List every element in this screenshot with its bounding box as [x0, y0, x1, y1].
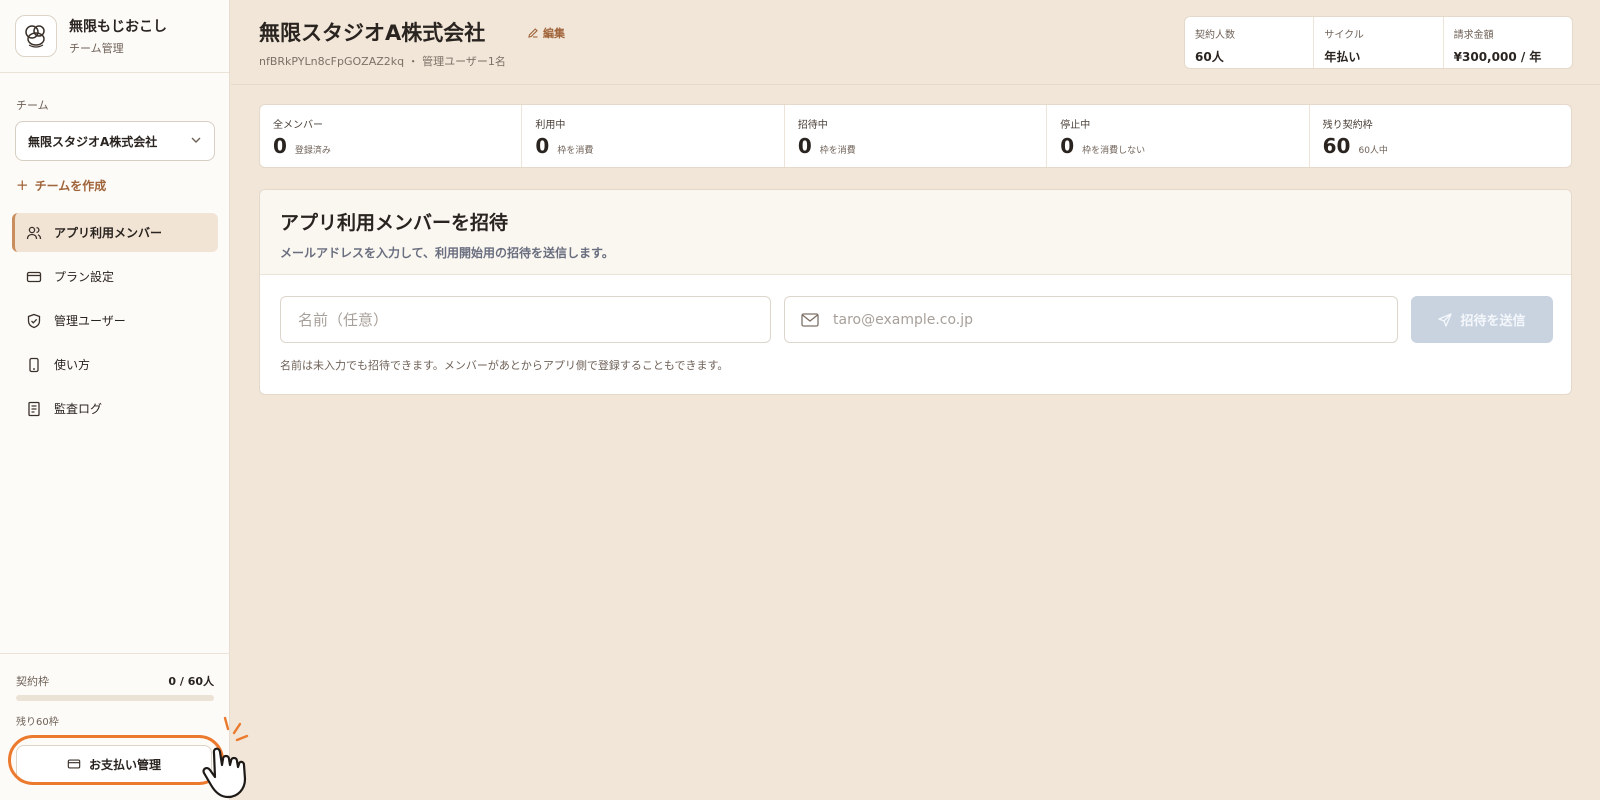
contract-cycle: サイクル 年払い [1314, 17, 1444, 68]
page-header: 無限スタジオA株式会社 編集 nfBRkPYLn8cFpGOZAZ2kq ・ 管… [231, 0, 1600, 85]
invite-title: アプリ利用メンバーを招待 [280, 212, 509, 234]
stat-note: 登録済み [294, 146, 331, 156]
quota-panel: 契約枠 0 / 60人 残り60枠 お支払い管理 [0, 653, 230, 800]
invite-hint: 名前は未入力でも招待できます。メンバーがあとからアプリ側で登録することもできます… [280, 359, 729, 372]
edit-team-button[interactable]: 編集 [527, 25, 565, 41]
sidebar-item-members[interactable]: アプリ利用メンバー [12, 213, 218, 252]
stat-value: 0 [797, 134, 812, 158]
edit-label: 編集 [543, 27, 565, 40]
email-input-placeholder: taro@example.co.jp [833, 311, 974, 328]
phone-icon [26, 357, 42, 373]
brand-header: 無限もじおこし チーム管理 [0, 0, 229, 73]
document-icon [26, 401, 42, 417]
users-icon [26, 225, 42, 241]
credit-card-icon [26, 269, 42, 285]
contract-summary: 契約人数 60人 サイクル 年払い 請求金額 ¥300,000 / 年 [1184, 16, 1573, 69]
quota-progress-bar [16, 695, 214, 701]
credit-card-icon [67, 757, 81, 771]
invite-description: メールアドレスを入力して、利用開始用の招待を送信します。 [280, 246, 614, 260]
stat-value: 0 [273, 134, 287, 158]
create-team-button[interactable]: + チームを作成 [16, 176, 106, 194]
sidebar-nav: アプリ利用メンバー プラン設定 管理ユーザー 使い方 監査ログ [12, 213, 218, 433]
brand-logo [15, 15, 57, 57]
quota-value: 0 / 60人 [168, 675, 214, 688]
team-select[interactable]: 無限スタジオA株式会社 [15, 121, 215, 161]
sidebar-item-audit-log[interactable]: 監査ログ [12, 389, 218, 428]
sidebar-item-label: 使い方 [54, 358, 91, 372]
sidebar-item-plan[interactable]: プラン設定 [12, 257, 218, 296]
contract-seats: 契約人数 60人 [1185, 17, 1315, 68]
contract-value: ¥300,000 / 年 [1453, 50, 1542, 64]
stat-note: 枠を消費 [557, 146, 594, 156]
name-input-placeholder: 名前（任意） [298, 311, 389, 329]
send-invite-button[interactable]: 招待を送信 [1411, 296, 1553, 343]
stat-label: 残り契約枠 [1322, 120, 1373, 131]
brand-subtitle: チーム管理 [69, 42, 124, 55]
stat-suspended: 停止中 0 枠を消費しない [1047, 105, 1310, 167]
stat-label: 停止中 [1060, 120, 1091, 131]
stat-active: 利用中 0 枠を消費 [522, 105, 785, 167]
quota-label: 契約枠 [16, 675, 49, 688]
name-input[interactable]: 名前（任意） [280, 296, 771, 343]
sidebar-item-label: アプリ利用メンバー [54, 226, 163, 240]
brand-name: 無限もじおこし [69, 19, 167, 35]
stat-value: 0 [535, 134, 550, 158]
contract-amount: 請求金額 ¥300,000 / 年 [1444, 17, 1572, 68]
stat-note: 60人中 [1358, 146, 1388, 156]
sidebar-item-howto[interactable]: 使い方 [12, 345, 218, 384]
contract-label: 契約人数 [1195, 30, 1235, 41]
mail-icon [801, 312, 819, 327]
pointing-hand-icon [200, 715, 256, 800]
stat-label: 招待中 [797, 120, 828, 131]
sidebar-item-label: 監査ログ [54, 402, 103, 416]
email-input[interactable]: taro@example.co.jp [784, 296, 1398, 343]
chevron-down-icon [190, 134, 202, 149]
stat-label: 利用中 [535, 120, 566, 131]
contract-value: 年払い [1324, 50, 1361, 64]
stat-note: 枠を消費 [819, 146, 856, 156]
sidebar-item-label: プラン設定 [54, 270, 115, 284]
stat-note: 枠を消費しない [1082, 146, 1146, 156]
contract-label: 請求金額 [1453, 30, 1494, 41]
sidebar: 無限もじおこし チーム管理 チーム 無限スタジオA株式会社 + チームを作成 ア… [0, 0, 230, 800]
create-team-label: チームを作成 [34, 178, 107, 193]
invite-card-header: アプリ利用メンバーを招待 メールアドレスを入力して、利用開始用の招待を送信します… [260, 190, 1571, 275]
quota-remaining: 残り60枠 [16, 717, 59, 728]
sidebar-item-label: 管理ユーザー [54, 314, 126, 328]
pencil-icon [527, 27, 539, 39]
quota-row: 契約枠 0 / 60人 [16, 673, 214, 689]
stat-remaining-seats: 残り契約枠 60 60人中 [1310, 105, 1571, 167]
contract-value: 60人 [1195, 50, 1224, 64]
invite-card: アプリ利用メンバーを招待 メールアドレスを入力して、利用開始用の招待を送信します… [259, 189, 1572, 395]
member-stats: 全メンバー 0 登録済み 利用中 0 枠を消費 招待中 0 枠を消費 停止中 0… [259, 104, 1572, 168]
payment-management-button[interactable]: お支払い管理 [16, 745, 212, 783]
stat-value: 60 [1322, 134, 1351, 158]
team-meta: nfBRkPYLn8cFpGOZAZ2kq ・ 管理ユーザー1名 [259, 55, 506, 68]
stat-all-members: 全メンバー 0 登録済み [260, 105, 523, 167]
page-title: 無限スタジオA株式会社 [259, 21, 486, 45]
send-icon [1438, 312, 1453, 327]
payment-button-label: お支払い管理 [88, 757, 161, 772]
sidebar-item-admins[interactable]: 管理ユーザー [12, 301, 218, 340]
send-invite-label: 招待を送信 [1460, 314, 1526, 329]
stat-invited: 招待中 0 枠を消費 [785, 105, 1048, 167]
plus-icon: + [16, 176, 29, 194]
team-label: チーム [16, 99, 49, 112]
contract-label: サイクル [1324, 30, 1364, 41]
invite-form: 名前（任意） taro@example.co.jp 招待を送信 名前は未入力でも… [260, 275, 1571, 394]
shield-check-icon [26, 313, 42, 329]
stat-label: 全メンバー [273, 120, 323, 131]
stat-value: 0 [1060, 134, 1075, 158]
team-select-value: 無限スタジオA株式会社 [28, 134, 158, 149]
